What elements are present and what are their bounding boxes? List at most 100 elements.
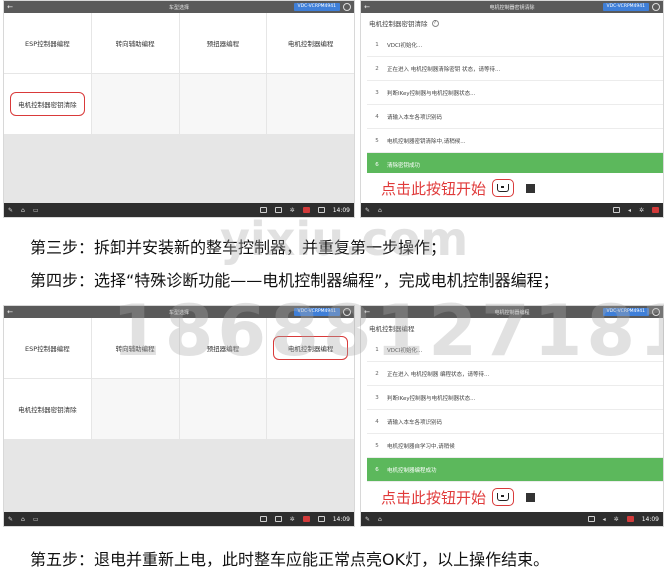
clock-icon (343, 3, 351, 11)
device-badge: VDC-VCRPM4941 (293, 308, 340, 316)
device-badge: VDC-VCRPM4941 (293, 3, 340, 11)
home-icon[interactable]: ⌂ (378, 207, 382, 214)
list-item: 3 判断IKey控制器与电机控制器状态... (367, 386, 663, 410)
vci-icon[interactable] (652, 207, 659, 213)
start-button[interactable] (492, 488, 515, 506)
vci-icon[interactable] (302, 516, 310, 522)
device-badge: VDC-VCRPM4941 (602, 308, 649, 316)
status-time: 14:09 (332, 515, 350, 523)
clock-icon (652, 308, 660, 316)
home-icon[interactable]: ⌂ (21, 516, 25, 523)
start-instruction-label: 点击此按钮开始 (381, 488, 487, 507)
tile-empty (179, 74, 267, 134)
battery-icon (317, 516, 325, 522)
tile-pretensioner-programming[interactable]: 预扭器编程 (179, 13, 267, 73)
step-text: 请输入本车各项识别码 (387, 419, 443, 426)
step-text: 判断IKey控制器与电机控制器状态... (387, 90, 476, 97)
tile-motor-controller-key-clear[interactable]: 电机控制器密钥清除 (4, 74, 91, 134)
list-item: 2 正在进入 电机控制器 编程状态，请等待... (367, 362, 663, 386)
back-arrow-icon[interactable]: ← (361, 3, 373, 11)
vci-icon[interactable] (302, 207, 310, 213)
list-item: 3 判断IKey控制器与电机控制器状态... (367, 81, 663, 105)
start-button[interactable] (492, 179, 515, 197)
heading-text: 电机控制器编程 (369, 325, 415, 333)
tile-motor-controller-programming[interactable]: 电机控制器编程 (267, 13, 354, 73)
back-arrow-icon[interactable]: ← (361, 308, 373, 316)
tile-pretensioner-programming[interactable]: 预扭器编程 (179, 318, 267, 378)
stop-button[interactable] (526, 183, 536, 193)
settings-icon[interactable]: ✲ (639, 207, 644, 214)
vci-icon[interactable] (626, 516, 634, 522)
step-number: 1 (375, 41, 379, 48)
list-item: 4 请输入本车各项识别码 (367, 105, 663, 129)
volume-icon[interactable]: ◂ (628, 207, 631, 214)
start-icon (497, 184, 510, 192)
system-nav-bar: ✎ ⌂ ▭ ✲ 14:09 (4, 203, 354, 217)
tile-esp-programming[interactable]: ESP控制器编程 (4, 318, 91, 378)
step-number: 1 (375, 346, 379, 353)
step-text: 清除密钥成功 (387, 162, 421, 169)
home-icon[interactable]: ⌂ (378, 516, 382, 523)
function-grid: ESP控制器编程 转向辅助编程 预扭器编程 电机控制器编程 电机控制器密钥清除 (4, 13, 354, 203)
heading-text: 电机控制器密钥清除 (369, 20, 428, 28)
recent-apps-icon[interactable]: ▭ (33, 207, 39, 214)
settings-icon[interactable]: ✲ (290, 516, 295, 523)
status-time: 14:09 (641, 515, 659, 523)
stop-button[interactable] (526, 492, 536, 502)
recent-apps-icon[interactable]: ▭ (33, 516, 39, 523)
keyboard-icon[interactable] (274, 207, 282, 213)
procedure-heading: 电机控制器编程 (361, 318, 663, 338)
start-instruction-label: 点击此按钮开始 (381, 179, 487, 198)
action-bar: 点击此按钮开始 (361, 482, 663, 512)
volume-icon[interactable]: ◂ (603, 516, 606, 523)
procedure-panel: 电机控制器密钥清除 ? 1 VDCI初始化... 2 正在进入 电机控制器清除密钥 … (361, 13, 663, 203)
procedure-heading: 电机控制器密钥清除 ? (361, 13, 663, 33)
status-time: 14:09 (332, 206, 350, 214)
screenshot-icon[interactable] (587, 516, 595, 522)
system-nav-bar: ✎ ⌂ ▭ ✲ 14:09 (4, 512, 354, 526)
screenshot-top-right: ← 电机控制器密钥清除 VDC-VCRPM4941 电机控制器密钥清除 ? 1 V… (360, 0, 664, 218)
tools-icon[interactable]: ✎ (8, 207, 13, 214)
step-text: 电机控制器密钥清除中,请稍候... (387, 138, 466, 145)
screenshot-icon[interactable] (259, 207, 267, 213)
screenshot-icon[interactable] (612, 207, 620, 213)
step-text: 电机控制器自学习中,请稍候 (387, 443, 455, 450)
list-item: 5 电机控制器密钥清除中,请稍候... (367, 129, 663, 153)
list-item: 1 VDCI初始化... (367, 338, 663, 362)
list-item: 1 VDCI初始化... (367, 33, 663, 57)
step-text: VDCI初始化... (387, 347, 423, 354)
screenshot-icon[interactable] (259, 516, 267, 522)
help-icon[interactable]: ? (431, 19, 439, 27)
back-arrow-icon[interactable]: ← (4, 3, 16, 11)
step-list: 1 VDCI初始化... 2 正在进入 电机控制器清除密钥 状态，请等待... 3 判… (367, 33, 663, 177)
clock-icon (343, 308, 351, 316)
tile-esp-programming[interactable]: ESP控制器编程 (4, 13, 91, 73)
top-bar: ← 电机控制器密钥清除 VDC-VCRPM4941 (361, 1, 663, 13)
settings-icon[interactable]: ✲ (614, 516, 619, 523)
step-number: 4 (375, 418, 379, 425)
list-item-success: 6 电机控制器编程成功 (367, 458, 663, 482)
step-number: 6 (375, 161, 379, 168)
system-nav-bar: ✎ ⌂ ◂ ✲ 14:09 (361, 512, 663, 526)
tile-steering-programming[interactable]: 转向辅助编程 (91, 13, 179, 73)
tools-icon[interactable]: ✎ (8, 516, 13, 523)
system-nav-bar: ✎ ⌂ ◂ ✲ (361, 203, 663, 217)
step-number: 2 (375, 370, 379, 377)
tools-icon[interactable]: ✎ (365, 207, 370, 214)
instruction-step-3: 第三步：拆卸并安装新的整车控制器，并重复第一步操作； (30, 238, 447, 257)
screenshot-bottom-right: ← 电机控制器编程 VDC-VCRPM4941 电机控制器编程 1 VDCI初始化… (360, 305, 664, 527)
device-badge: VDC-VCRPM4941 (602, 3, 649, 11)
tile-motor-controller-key-clear[interactable]: 电机控制器密钥清除 (4, 379, 91, 439)
tools-icon[interactable]: ✎ (365, 516, 370, 523)
keyboard-icon[interactable] (274, 516, 282, 522)
back-arrow-icon[interactable]: ← (4, 308, 16, 316)
step-text: VDCI初始化... (387, 42, 423, 49)
tile-motor-controller-programming[interactable]: 电机控制器编程 (267, 318, 354, 378)
screenshot-bottom-left: ← 车型选择 VDC-VCRPM4941 ESP控制器编程 转向辅助编程 预扭器… (3, 305, 355, 527)
tile-steering-programming[interactable]: 转向辅助编程 (91, 318, 179, 378)
step-number: 5 (375, 442, 379, 449)
instruction-step-5: 第五步：退电并重新上电，此时整车应能正常点亮OK灯，以上操作结束。 (30, 550, 550, 569)
home-icon[interactable]: ⌂ (21, 207, 25, 214)
settings-icon[interactable]: ✲ (290, 207, 295, 214)
instruction-step-4: 第四步：选择“特殊诊断功能——电机控制器编程”，完成电机控制器编程； (30, 271, 559, 290)
